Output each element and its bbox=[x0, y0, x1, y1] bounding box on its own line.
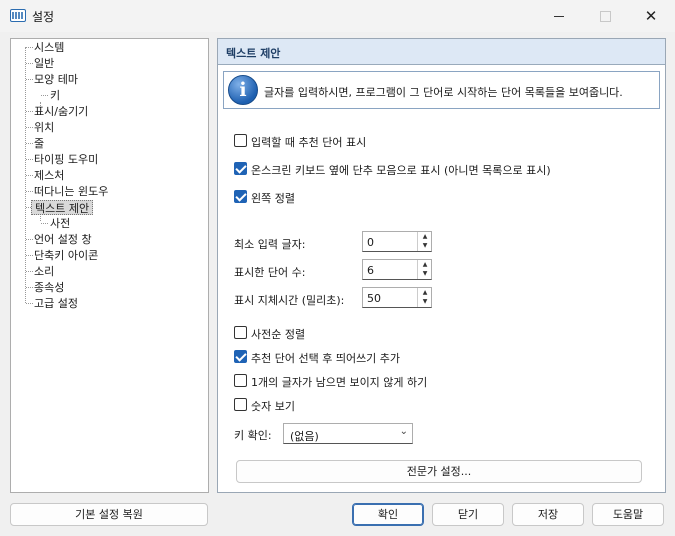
keyboard-icon bbox=[10, 9, 26, 22]
tree-item-floating-window[interactable]: 떠다니는 윈도우 bbox=[34, 184, 108, 199]
spin-up-icon[interactable]: ▲ bbox=[418, 260, 432, 269]
spinner-buttons: ▲ ▼ bbox=[417, 232, 431, 251]
spin-up-icon[interactable]: ▲ bbox=[418, 288, 432, 297]
info-text: 글자를 입력하시면, 프로그램이 그 단어로 시작하는 단어 목록들을 보여줍니… bbox=[264, 86, 623, 99]
ok-button[interactable]: 확인 bbox=[352, 503, 424, 526]
show-numbers-checkbox[interactable] bbox=[234, 398, 247, 411]
tree-branch bbox=[26, 287, 33, 288]
window-title: 설정 bbox=[32, 10, 55, 24]
spinner-buttons: ▲ ▼ bbox=[417, 288, 431, 307]
tree-branch bbox=[41, 223, 48, 224]
settings-tree[interactable]: 시스템 일반 모양 테마 키 표시/숨기기 위치 줄 타이핑 도우미 제스처 떠… bbox=[10, 38, 209, 493]
maximize-button[interactable] bbox=[582, 0, 628, 32]
close-window-button[interactable]: ✕ bbox=[628, 0, 674, 32]
tree-item-show-hide[interactable]: 표시/숨기기 bbox=[34, 104, 88, 119]
tree-item-text-suggestion[interactable]: 텍스트 제안 bbox=[31, 200, 94, 215]
tree-item-position[interactable]: 위치 bbox=[34, 120, 54, 135]
min-chars-label: 최소 입력 글자: bbox=[234, 238, 306, 251]
tree-branch bbox=[26, 175, 33, 176]
add-space-checkbox[interactable] bbox=[234, 350, 247, 363]
tree-branch bbox=[26, 47, 33, 48]
tree-branch bbox=[26, 111, 33, 112]
hide-one-char-checkbox[interactable] bbox=[234, 374, 247, 387]
tree-item-keys[interactable]: 키 bbox=[50, 88, 60, 103]
info-box: i 글자를 입력하시면, 프로그램이 그 단어로 시작하는 단어 목록들을 보여… bbox=[223, 71, 660, 109]
spin-up-icon[interactable]: ▲ bbox=[418, 232, 432, 241]
spinner-buttons: ▲ ▼ bbox=[417, 260, 431, 279]
delay-value[interactable]: 50 bbox=[367, 292, 381, 305]
tree-item-language-window[interactable]: 언어 설정 창 bbox=[34, 232, 92, 247]
save-button[interactable]: 저장 bbox=[512, 503, 584, 526]
tree-item-typing-assistant[interactable]: 타이핑 도우미 bbox=[34, 152, 98, 167]
info-icon: i bbox=[228, 75, 258, 105]
tree-item-dictionary[interactable]: 사전 bbox=[50, 216, 70, 231]
hide-one-char-label[interactable]: 1개의 글자가 남으면 보이지 않게 하기 bbox=[251, 374, 427, 390]
add-space-label[interactable]: 추천 단어 선택 후 띄어쓰기 추가 bbox=[251, 350, 400, 366]
spin-down-icon[interactable]: ▼ bbox=[418, 269, 432, 278]
chevron-down-icon[interactable]: ⌄ bbox=[400, 426, 408, 437]
help-button[interactable]: 도움말 bbox=[592, 503, 664, 526]
tree-item-gestures[interactable]: 제스처 bbox=[34, 168, 64, 183]
tree-branch bbox=[26, 79, 33, 80]
show-suggestions-label[interactable]: 입력할 때 추천 단어 표시 bbox=[251, 134, 366, 150]
key-confirm-value[interactable]: (없음) bbox=[290, 428, 319, 444]
left-align-checkbox[interactable] bbox=[234, 190, 247, 203]
min-chars-spinner[interactable]: 0 ▲ ▼ bbox=[362, 231, 432, 252]
tree-branch bbox=[41, 95, 48, 96]
panel-title: 텍스트 제안 bbox=[226, 47, 281, 60]
delay-spinner[interactable]: 50 ▲ ▼ bbox=[362, 287, 432, 308]
word-count-value[interactable]: 6 bbox=[367, 264, 374, 277]
show-suggestions-checkbox[interactable] bbox=[234, 134, 247, 147]
min-chars-value[interactable]: 0 bbox=[367, 236, 374, 249]
close-button[interactable]: 닫기 bbox=[432, 503, 504, 526]
word-count-label: 표시한 단어 수: bbox=[234, 266, 306, 279]
spin-down-icon[interactable]: ▼ bbox=[418, 241, 432, 250]
tree-item-sound[interactable]: 소리 bbox=[34, 264, 54, 279]
delay-label: 표시 지체시간 (밀리초): bbox=[234, 294, 345, 307]
tree-item-advanced[interactable]: 고급 설정 bbox=[34, 296, 78, 311]
word-count-spinner[interactable]: 6 ▲ ▼ bbox=[362, 259, 432, 280]
sort-alpha-checkbox[interactable] bbox=[234, 326, 247, 339]
tree-item-theme[interactable]: 모양 테마 bbox=[34, 72, 78, 87]
tree-branch bbox=[26, 63, 33, 64]
left-align-label[interactable]: 왼쪽 정렬 bbox=[251, 190, 295, 206]
tree-item-dependencies[interactable]: 종속성 bbox=[34, 280, 64, 295]
tree-item-system[interactable]: 시스템 bbox=[34, 40, 64, 55]
settings-panel: 텍스트 제안 i 글자를 입력하시면, 프로그램이 그 단어로 시작하는 단어 … bbox=[217, 38, 666, 493]
tree-branch bbox=[26, 159, 33, 160]
button-bar-label[interactable]: 온스크린 키보드 옆에 단추 모음으로 표시 (아니면 목록으로 표시) bbox=[251, 162, 551, 178]
minimize-button[interactable] bbox=[536, 0, 582, 32]
key-confirm-dropdown[interactable]: (없음) ⌄ bbox=[283, 423, 413, 444]
key-confirm-label: 키 확인: bbox=[234, 429, 272, 442]
tree-branch bbox=[26, 303, 33, 304]
panel-header: 텍스트 제안 bbox=[218, 39, 665, 65]
tree-branch bbox=[26, 255, 33, 256]
tree-branch bbox=[26, 239, 33, 240]
tree-item-rows[interactable]: 줄 bbox=[34, 136, 44, 151]
tree-branch bbox=[26, 191, 33, 192]
sort-alpha-label[interactable]: 사전순 정렬 bbox=[251, 326, 305, 342]
restore-defaults-button[interactable]: 기본 설정 복원 bbox=[10, 503, 208, 526]
tree-branch bbox=[26, 143, 33, 144]
show-numbers-label[interactable]: 숫자 보기 bbox=[251, 398, 295, 414]
tree-item-general[interactable]: 일반 bbox=[34, 56, 54, 71]
button-bar-checkbox[interactable] bbox=[234, 162, 247, 175]
spin-down-icon[interactable]: ▼ bbox=[418, 297, 432, 306]
expert-settings-button[interactable]: 전문가 설정... bbox=[236, 460, 642, 483]
tree-branch bbox=[26, 271, 33, 272]
tree-branch bbox=[26, 127, 33, 128]
tree-item-shortcut-icon[interactable]: 단축키 아이콘 bbox=[34, 248, 98, 263]
title-bar: 설정 ✕ bbox=[0, 0, 675, 32]
